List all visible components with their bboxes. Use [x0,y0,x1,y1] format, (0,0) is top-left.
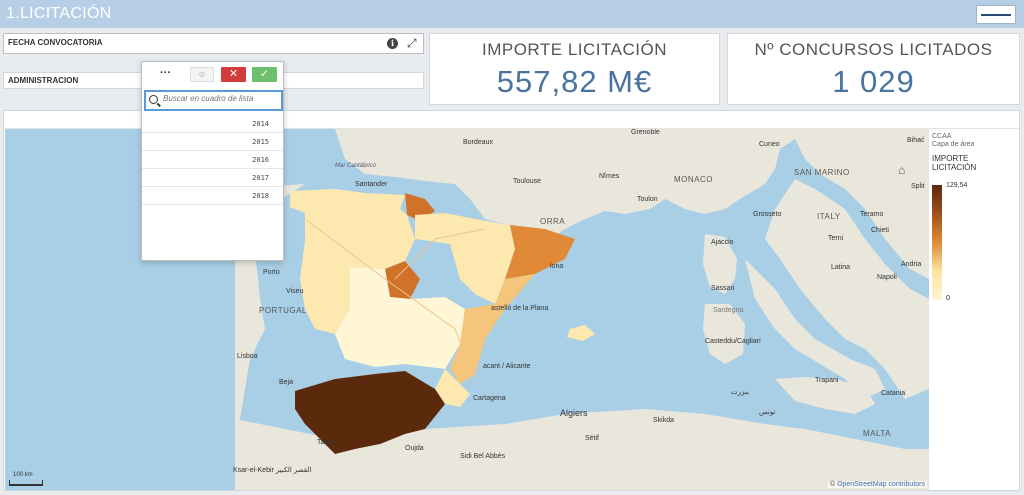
map-label: Terni [828,235,844,242]
map-label: Sassari [711,285,735,292]
list-item[interactable]: 2014 [142,115,283,133]
map-label: تونس [759,409,776,416]
map-label: Viseu [286,288,304,295]
administracion-label: ADMINISTRACION [8,76,79,85]
company-logo [976,5,1016,24]
map-label: lona [550,263,564,270]
fecha-convocatoria-filter[interactable]: FECHA CONVOCATORIA i ⤢ [3,33,424,54]
map-label: Grenoble [631,129,660,136]
map-label: Cuneo [759,141,780,148]
list-item[interactable]: 2018 [142,187,283,205]
map-label: Grosseto [753,211,782,218]
kpi-concursos-licitados[interactable]: Nº CONCURSOS LICITADOS 1 029 [727,33,1020,105]
map-label: SAN MARINO [794,168,850,177]
clear-selection-button[interactable]: ⊘ [190,67,214,82]
map-label: Oujda [405,445,424,452]
kpi-importe-licitacion[interactable]: IMPORTE LICITACIÓN 557,82 M€ [429,33,720,105]
map-attribution: © OpenStreetMap contributors [827,481,927,488]
map-label: Nîmes [599,173,620,180]
map-label: Cartagena [473,395,506,402]
search-input[interactable] [163,94,278,103]
map-legend: CCAA Capa de área IMPORTE LICITACIÓN 129… [932,133,1020,308]
sheet-title: 1.LICITACIÓN [6,5,112,22]
map-label: Algiers [560,408,588,418]
attribution-prefix: © [829,481,838,488]
listbox-toolbar: ··· ⊘ ✕ ✓ [142,62,283,88]
legend-layer-type: Capa de área [932,141,975,148]
map-label: Porto [263,269,280,276]
kpi-title: IMPORTE LICITACIÓN [481,40,667,59]
kpi-value: 557,82 M€ [496,64,653,99]
kpi-title: Nº CONCURSOS LICITADOS [754,40,993,59]
cancel-button[interactable]: ✕ [221,67,246,82]
map-label: Skikda [653,417,675,424]
map-label: MALTA [863,429,891,438]
map-label: acant / Alicante [483,363,531,370]
sea-label: Mar Cantábrico [335,163,377,169]
map-label: Sidi Bel Abbès [460,453,506,460]
list-item[interactable]: 2017 [142,169,283,187]
map-label: Toulouse [513,178,542,185]
fecha-convocatoria-listbox: ··· ⊘ ✕ ✓ 2014 2015 2016 2017 2018 [141,61,284,261]
map-label: Andria [901,261,922,268]
fecha-convocatoria-label: FECHA CONVOCATORIA [8,38,103,47]
listbox-search [144,90,283,111]
map-label: Ajaccio [711,239,734,246]
map-label: PORTUGAL [259,306,307,315]
map-label: astelló de la Plana [491,305,549,312]
map-label: Trapani [815,377,839,384]
year-list: 2014 2015 2016 2017 2018 [142,115,283,205]
map-label: MONACO [674,175,713,184]
confirm-button[interactable]: ✓ [252,67,277,82]
more-options-icon[interactable]: ··· [160,67,171,79]
map-label: Sétif [585,435,600,442]
map-label: Napoli [877,274,897,281]
legend-layer: CCAA [932,133,952,140]
map-label: Split [911,183,925,190]
expand-icon[interactable]: ⤢ [407,36,417,51]
legend-measure: IMPORTE LICITACIÓN [932,154,977,172]
map-label: Ksar-el-Kebir القصر الكبير [233,467,312,474]
map-label: Latina [831,264,851,271]
info-icon[interactable]: i [387,38,398,49]
app-header: 1.LICITACIÓN [0,0,1024,28]
map-label: ITALY [817,212,841,221]
map-label: Bordeaux [463,139,493,146]
map-label: Tanger [317,439,339,446]
map-label: Santander [355,181,388,188]
legend-min: 0 [946,295,950,302]
map-label: Catania [881,390,906,397]
search-icon [149,95,158,104]
map-label: Sardegna [713,307,744,314]
map-label: Beja [279,379,294,386]
legend-max: 129,54 [946,182,968,189]
list-item[interactable]: 2015 [142,133,283,151]
map-label: بنزرت [731,389,749,396]
map-label: ORRA [540,217,566,226]
kpi-value: 1 029 [832,64,915,99]
map-scale: 100 km [9,472,43,486]
osm-link[interactable]: OpenStreetMap contributors [837,481,925,488]
map-label: Teramo [860,211,884,218]
legend-color-bar [932,185,942,300]
map-label: Casteddu/Cagliari [705,338,761,345]
scale-label: 100 km [13,472,33,478]
map-label: Chieti [871,227,889,234]
map-label: Lisboa [237,353,258,360]
list-item[interactable]: 2016 [142,151,283,169]
map-label: Toulon [637,196,658,203]
home-icon[interactable]: ⌂ [898,163,905,177]
map-label: Bihać [907,137,925,144]
